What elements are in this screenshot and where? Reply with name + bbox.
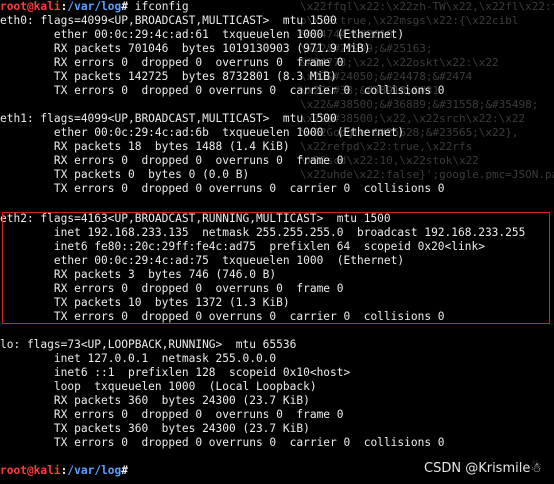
lo-line: inet 127.0.0.1 netmask 255.0.0.0 [0, 352, 277, 365]
eth0-line: TX errors 0 dropped 0 overruns 0 carrier… [0, 84, 445, 97]
prompt-symbol: # [121, 0, 129, 13]
background-noise-line: \x22refpd\x22:true,\x22rfs [300, 140, 473, 153]
lo-line: TX errors 0 dropped 0 overruns 0 carrier… [0, 436, 445, 449]
lo-line: RX errors 0 dropped 0 overruns 0 frame 0 [0, 408, 344, 421]
eth1-line: eth1: flags=4099<UP,BROADCAST,MULTICAST>… [0, 112, 337, 125]
prompt-command [128, 464, 135, 477]
eth1-line: TX packets 0 bytes 0 (0.0 B) [0, 168, 250, 181]
background-noise-line: \x22&#38500;\x22,\x22srch\x22:\x22 [300, 112, 526, 125]
prompt-user: root@kali [0, 0, 61, 13]
background-noise-line: \x22ffql\x22:\x22zh-TW\x22,\x22fl\x22:tr… [300, 0, 554, 13]
lo-line: inet6 ::1 prefixlen 128 scopeid 0x10<hos… [0, 366, 351, 379]
eth0-line: TX packets 142725 bytes 8732801 (8.3 MiB… [0, 70, 337, 83]
lo-line: TX packets 360 bytes 24300 (23.7 KiB) [0, 422, 310, 435]
eth0-line: ether 00:0c:29:4c:ad:61 txqueuelen 1000 … [0, 28, 405, 41]
eth1-line: RX errors 0 dropped 0 overruns 0 frame 0 [0, 154, 344, 167]
top-prompt-line: root@kali:/var/log# ifconfig [0, 0, 189, 14]
eth0-line: eth0: flags=4099<UP,BROADCAST,MULTICAST>… [0, 14, 337, 27]
eth2-highlight-box [2, 212, 550, 324]
lo-line: loop txqueuelen 1000 (Local Loopback) [0, 380, 317, 393]
lo-line: RX packets 360 bytes 24300 (23.7 KiB) [0, 394, 310, 407]
background-noise-line: \x22uhde\x22:false}';google.pmc=JSON.par… [300, 168, 554, 181]
prompt-path: /var/log [67, 0, 122, 13]
watermark: CSDN @Krismile☃ [424, 461, 542, 476]
background-noise-line: p\x22:true,\x22msgs\x22:{\x22cibl [300, 14, 519, 27]
prompt-command: ifconfig [128, 0, 189, 13]
prompt-user: root@kali [0, 464, 61, 477]
eth1-line: ether 00:0c:29:4c:ad:6b txqueuelen 1000 … [0, 126, 405, 139]
prompt-symbol: # [121, 464, 129, 477]
background-noise-line: \x22&#24050;&#24478;&#2474 [300, 70, 473, 83]
eth0-line: RX packets 701046 bytes 1019130903 (971.… [0, 42, 371, 55]
background-noise-line: \x22&#38500;&#36889;&#31558;&#35498; [300, 98, 539, 111]
lo-line: lo: flags=73<UP,LOOPBACK,RUNNING> mtu 65… [0, 338, 297, 351]
terminal-window[interactable]: \x22ffql\x22:\x22zh-TW\x22,\x22fl\x22:tr… [0, 0, 554, 484]
bottom-prompt-line[interactable]: root@kali:/var/log# [0, 464, 135, 478]
eth1-line: TX errors 0 dropped 0 overruns 0 carrier… [0, 182, 445, 195]
eth1-line: RX packets 18 bytes 1488 (1.4 KiB) [0, 140, 290, 153]
eth0-line: RX errors 0 dropped 0 overruns 0 frame 0 [0, 56, 344, 69]
prompt-path: /var/log [67, 464, 122, 477]
